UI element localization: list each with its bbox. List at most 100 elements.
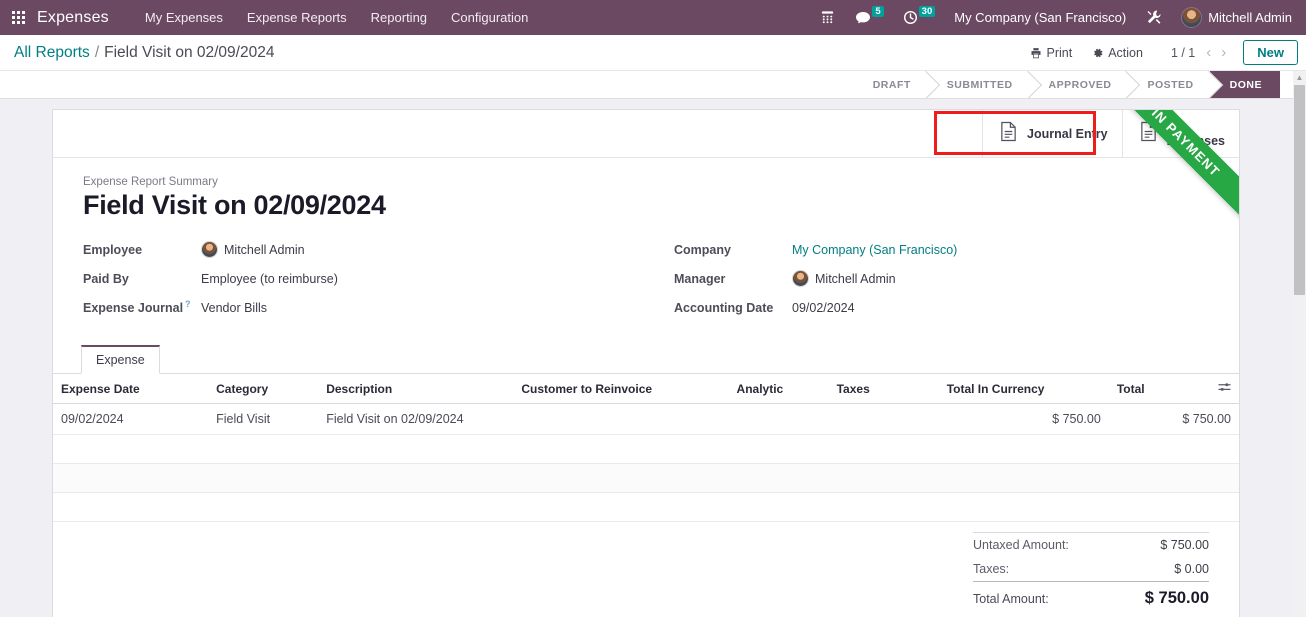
- cell-description[interactable]: Field Visit on 02/09/2024: [318, 403, 514, 435]
- form-fields-area: Expense Report Summary Field Visit on 02…: [53, 158, 1239, 322]
- form-column-left: Employee Mitchell Admin Paid By Employee…: [83, 235, 646, 322]
- app-brand-expenses[interactable]: Expenses: [37, 9, 109, 27]
- table-row[interactable]: 09/02/2024 Field Visit Field Visit on 02…: [53, 403, 1239, 435]
- navbar-right-group: 5 30 My Company (San Francisco) Mitchell…: [810, 6, 1296, 28]
- notebook-tabs: Expense: [53, 344, 1239, 374]
- print-button[interactable]: Print: [1020, 46, 1082, 60]
- column-expense-date[interactable]: Expense Date: [53, 374, 209, 404]
- form-columns: Employee Mitchell Admin Paid By Employee…: [83, 235, 1209, 322]
- top-navbar: Expenses My Expenses Expense Reports Rep…: [0, 0, 1306, 35]
- column-customer-to-reinvoice[interactable]: Customer to Reinvoice: [513, 374, 729, 404]
- dialpad-icon[interactable]: [810, 10, 845, 25]
- cell-category[interactable]: Field Visit: [208, 403, 319, 435]
- breadcrumb-separator: /: [94, 43, 100, 61]
- scroll-up-arrow[interactable]: ▲: [1293, 71, 1306, 84]
- field-accounting-date: Accounting Date 09/02/2024: [674, 293, 1209, 322]
- vertical-scrollbar[interactable]: ▲: [1293, 71, 1306, 617]
- field-value-paid-by[interactable]: Employee (to reimburse): [201, 272, 338, 286]
- column-total-in-currency[interactable]: Total In Currency: [938, 374, 1109, 404]
- field-label-company: Company: [674, 242, 731, 257]
- menu-expense-reports[interactable]: Expense Reports: [235, 10, 359, 25]
- messages-button[interactable]: 5: [845, 6, 892, 26]
- untaxed-amount-value: $ 750.00: [1160, 538, 1209, 552]
- action-button[interactable]: Action: [1082, 46, 1153, 60]
- pager-next-button[interactable]: ›: [1216, 44, 1231, 61]
- smart-button-box: Journal Entry 1 Expenses: [53, 110, 1239, 158]
- page-title: Field Visit on 02/09/2024: [83, 190, 386, 220]
- smart-button-journal-entry[interactable]: Journal Entry: [982, 110, 1122, 157]
- field-value-expense-journal[interactable]: Vendor Bills: [201, 301, 267, 315]
- field-value-manager[interactable]: Mitchell Admin: [792, 270, 896, 287]
- printer-icon: [1031, 47, 1041, 58]
- menu-configuration[interactable]: Configuration: [439, 10, 540, 25]
- totals-taxes-row: Taxes: $ 0.00: [973, 557, 1209, 581]
- column-taxes[interactable]: Taxes: [828, 374, 939, 404]
- breadcrumb-current: Field Visit on 02/09/2024: [104, 43, 275, 61]
- cell-total[interactable]: $ 750.00: [1108, 403, 1239, 435]
- tab-expense[interactable]: Expense: [81, 345, 160, 374]
- status-submitted[interactable]: SUBMITTED: [926, 71, 1029, 98]
- cell-analytic[interactable]: [728, 403, 829, 435]
- new-button[interactable]: New: [1243, 40, 1298, 65]
- gear-icon: [1094, 48, 1103, 57]
- breadcrumb-all-reports[interactable]: All Reports: [14, 44, 90, 62]
- column-total[interactable]: Total: [1108, 374, 1239, 404]
- field-paid-by: Paid By Employee (to reimburse): [83, 264, 646, 293]
- empty-cell: [53, 463, 1239, 493]
- taxes-value: $ 0.00: [1174, 562, 1209, 576]
- cell-customer-to-reinvoice[interactable]: [513, 403, 729, 435]
- employee-name: Mitchell Admin: [224, 242, 305, 257]
- cell-taxes[interactable]: [828, 403, 939, 435]
- field-label-manager: Manager: [674, 271, 726, 286]
- company-switcher[interactable]: My Company (San Francisco): [944, 10, 1136, 25]
- totals-total-row: Total Amount: $ 750.00: [973, 581, 1209, 613]
- form-sheet: IN PAYMENT Journal Entry Expense Report …: [52, 109, 1240, 617]
- form-view-scroll-area: IN PAYMENT Journal Entry Expense Report …: [0, 99, 1306, 617]
- table-body: 09/02/2024 Field Visit Field Visit on 02…: [53, 403, 1239, 522]
- table-row-empty: [53, 463, 1239, 493]
- empty-cell: [53, 434, 1239, 464]
- activities-badge: 30: [918, 6, 936, 17]
- total-amount-value: $ 750.00: [1144, 589, 1209, 607]
- column-total-label: Total: [1116, 382, 1145, 396]
- document-icon: [999, 121, 1018, 147]
- expense-journal-label-text: Expense Journal: [83, 301, 184, 316]
- status-draft[interactable]: DRAFT: [852, 71, 927, 98]
- pager-previous-button[interactable]: ‹: [1201, 44, 1216, 61]
- cell-expense-date[interactable]: 09/02/2024: [53, 403, 209, 435]
- table-row-empty: [53, 434, 1239, 464]
- form-subtitle: Expense Report Summary: [83, 176, 218, 188]
- help-tooltip-icon[interactable]: ?: [185, 299, 191, 309]
- pager-counter: 1 / 1: [1170, 45, 1196, 60]
- field-expense-journal: Expense Journal? Vendor Bills: [83, 293, 646, 322]
- taxes-label: Taxes:: [973, 562, 1010, 576]
- untaxed-amount-label: Untaxed Amount:: [973, 538, 1069, 552]
- field-value-employee[interactable]: Mitchell Admin: [201, 241, 305, 258]
- scrollbar-thumb[interactable]: [1294, 85, 1305, 295]
- field-value-accounting-date[interactable]: 09/02/2024: [792, 301, 855, 315]
- total-amount-label: Total Amount:: [973, 592, 1049, 606]
- column-analytic[interactable]: Analytic: [728, 374, 829, 404]
- empty-cell: [53, 492, 1239, 522]
- column-options-icon[interactable]: [1218, 382, 1231, 396]
- field-value-company[interactable]: My Company (San Francisco): [792, 243, 957, 257]
- user-menu[interactable]: Mitchell Admin: [1208, 10, 1296, 25]
- field-manager: Manager Mitchell Admin: [674, 264, 1209, 293]
- column-category[interactable]: Category: [208, 374, 319, 404]
- menu-reporting[interactable]: Reporting: [359, 10, 439, 25]
- menu-my-expenses[interactable]: My Expenses: [133, 10, 235, 25]
- control-panel: All Reports / Field Visit on 02/09/2024 …: [0, 35, 1306, 71]
- apps-grid-icon[interactable]: [12, 11, 25, 24]
- column-description[interactable]: Description: [318, 374, 514, 404]
- cell-total-in-currency[interactable]: $ 750.00: [938, 403, 1109, 435]
- status-approved[interactable]: APPROVED: [1028, 71, 1128, 98]
- field-label-expense-journal: Expense Journal?: [83, 299, 201, 315]
- user-avatar[interactable]: [1181, 7, 1203, 28]
- table-row-empty: [53, 492, 1239, 522]
- statusbar: DRAFT SUBMITTED APPROVED POSTED DONE: [852, 71, 1280, 98]
- manager-name: Mitchell Admin: [815, 271, 896, 286]
- activities-button[interactable]: 30: [893, 6, 945, 25]
- field-label-paid-by: Paid By: [83, 271, 129, 286]
- field-employee: Employee Mitchell Admin: [83, 235, 646, 264]
- wrench-icon[interactable]: [1136, 9, 1173, 26]
